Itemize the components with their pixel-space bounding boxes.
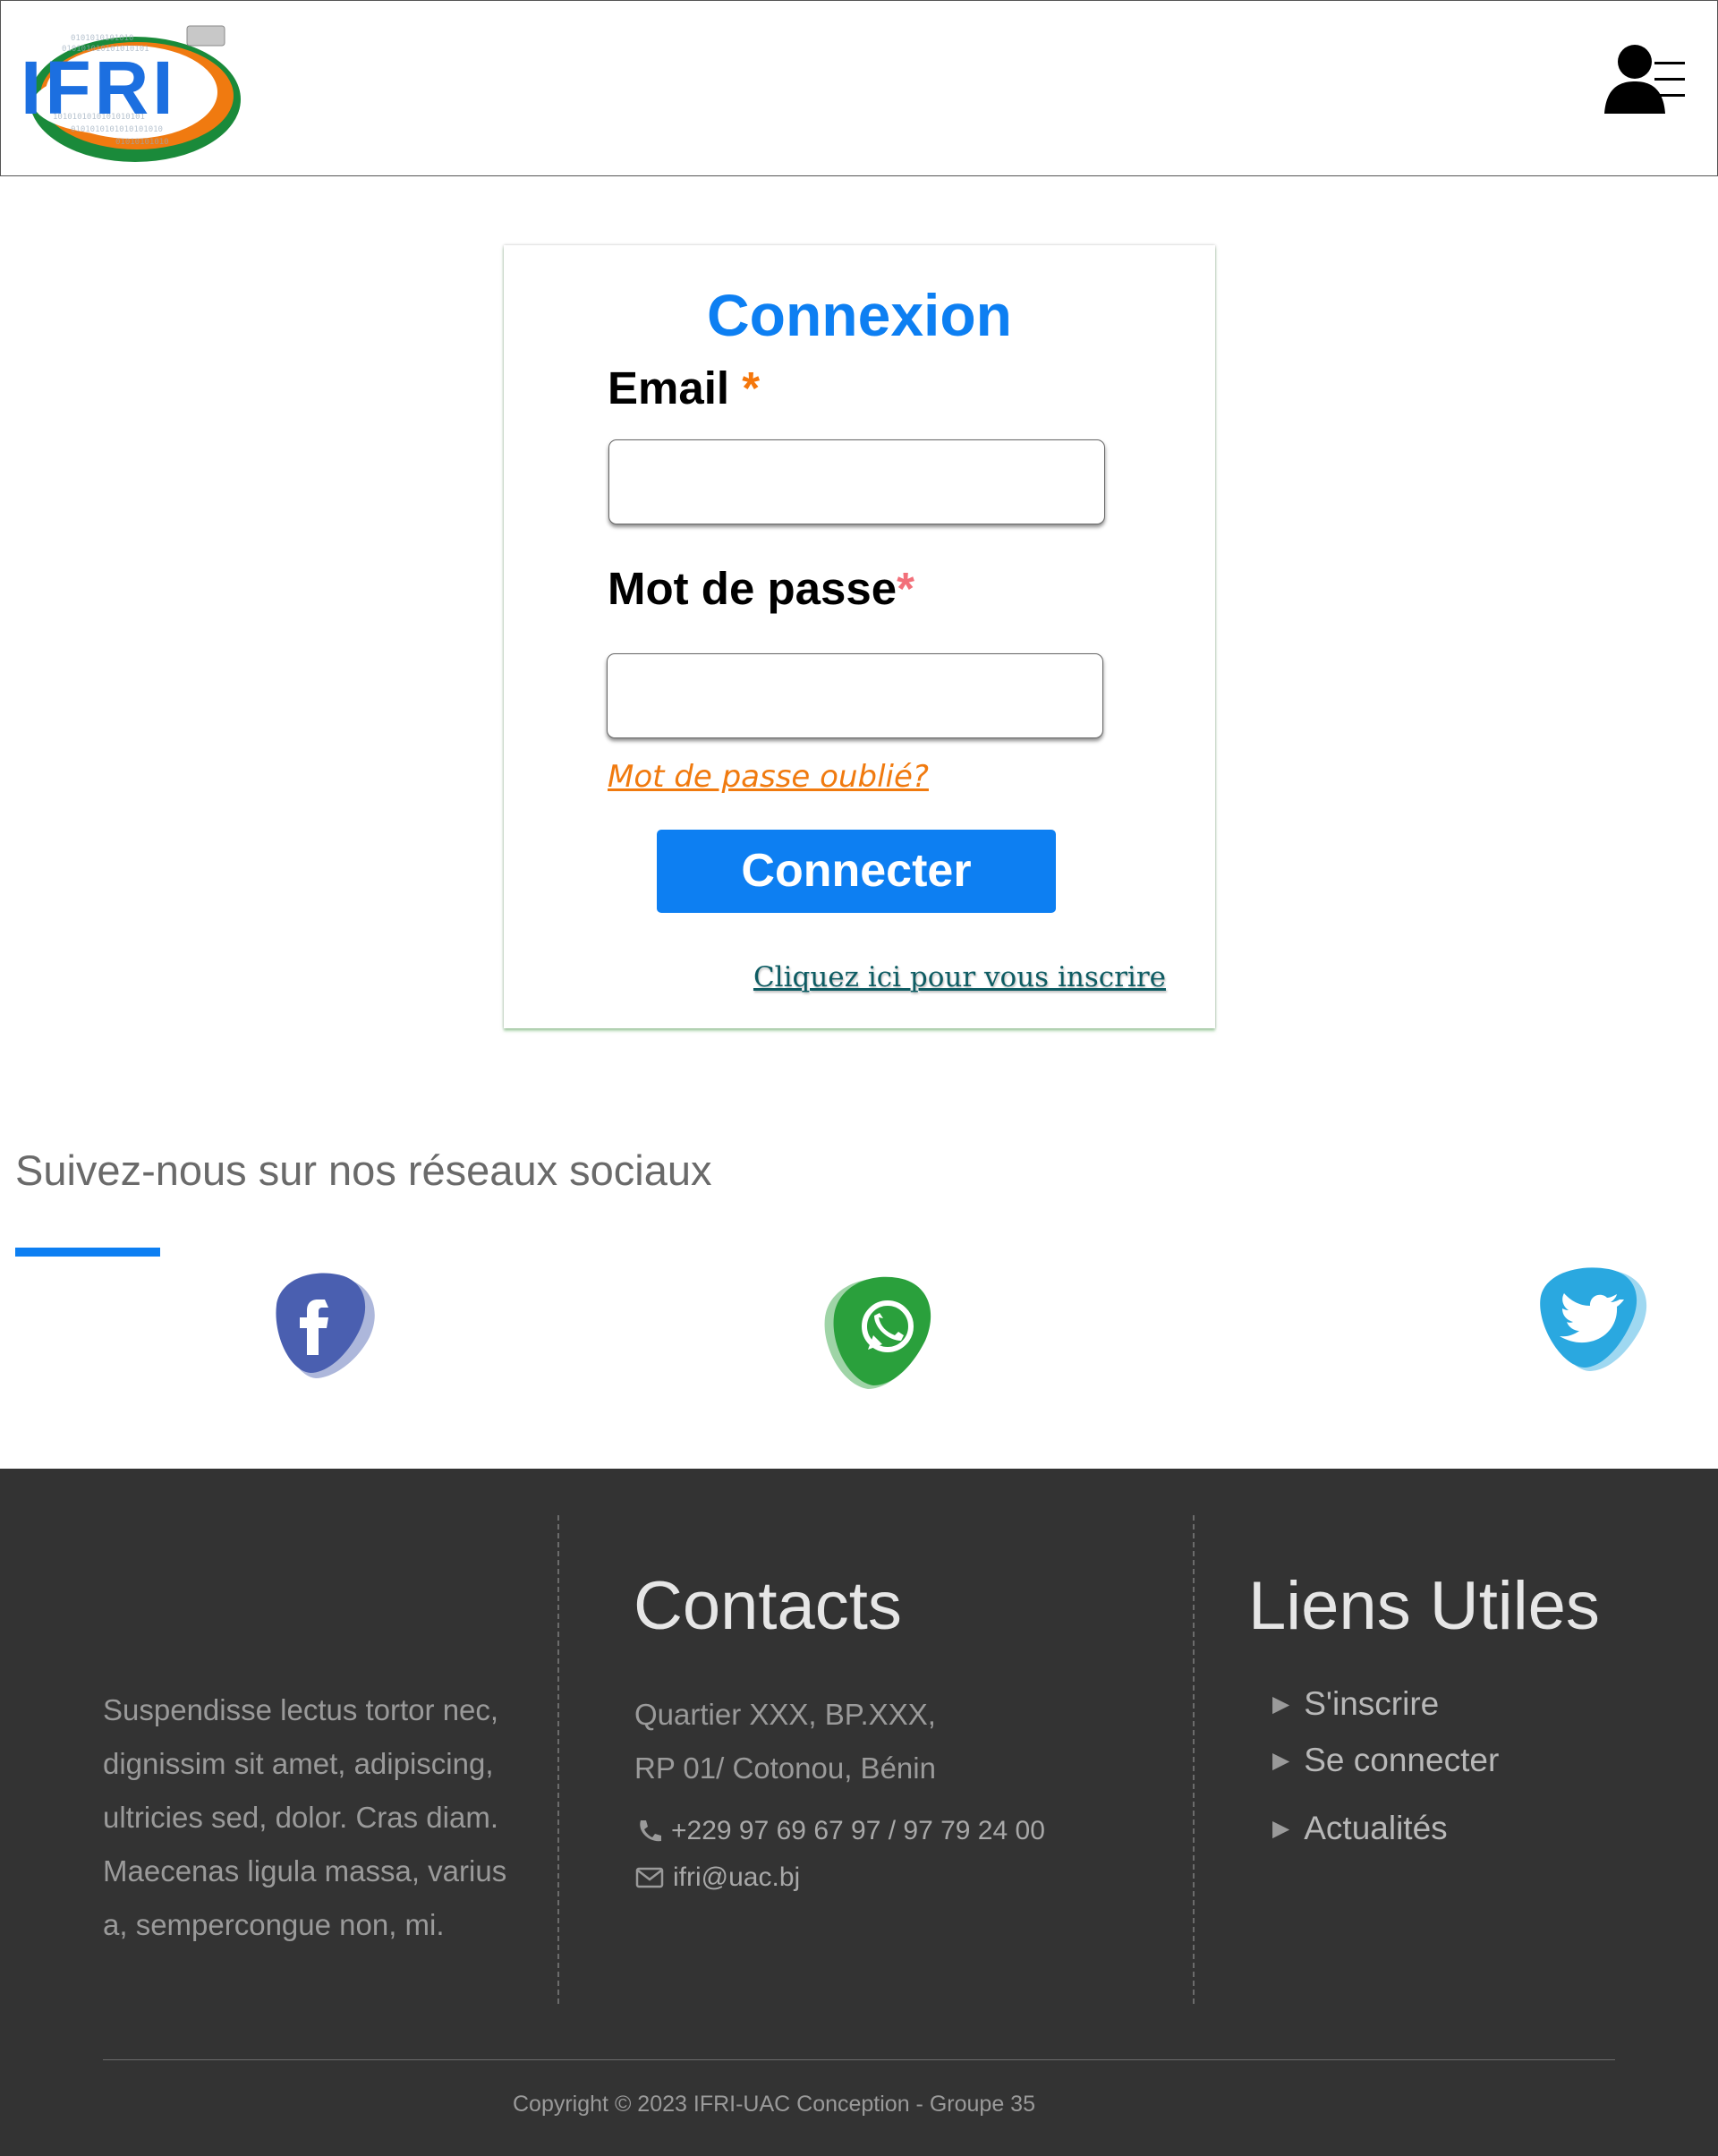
contact-email[interactable]: ifri@uac.bj (635, 1862, 800, 1893)
twitter-icon[interactable] (1534, 1264, 1650, 1385)
required-marker: * (897, 563, 914, 614)
copyright: Copyright © 2023 IFRI-UAC Conception - G… (513, 2092, 1035, 2117)
password-label: Mot de passe* (608, 563, 914, 614)
site-footer: Suspendisse lectus tortor nec, dignissim… (0, 1469, 1718, 2156)
login-card: Connexion Email * Mot de passe* Mot de p… (504, 245, 1215, 1028)
title-underline (15, 1248, 160, 1257)
required-marker: * (742, 362, 761, 413)
svg-text:01010101010: 01010101010 (115, 138, 169, 147)
user-menu-button[interactable] (1603, 42, 1688, 119)
user-menu-icon (1604, 45, 1685, 114)
forgot-password-link[interactable]: Mot de passe oublié? (608, 759, 929, 795)
footer-rule (103, 2059, 1615, 2060)
facebook-icon[interactable] (264, 1269, 375, 1385)
footer-divider (1193, 1515, 1195, 2004)
email-input[interactable] (608, 439, 1105, 524)
footer-link-news[interactable]: ▶ Actualités (1272, 1810, 1448, 1847)
contact-address: Quartier XXX, BP.XXX, RP 01/ Cotonou, Bé… (634, 1698, 936, 1785)
svg-text:0101010101010: 0101010101010 (71, 34, 133, 43)
footer-divider (557, 1515, 559, 2004)
triangle-right-icon: ▶ (1272, 1692, 1290, 1717)
email-label: Email * (608, 362, 761, 413)
phone-icon (640, 1820, 661, 1842)
whatsapp-icon[interactable] (821, 1271, 943, 1397)
password-input[interactable] (607, 653, 1103, 738)
footer-link-signup[interactable]: ▶ S'inscrire (1272, 1685, 1439, 1723)
site-header: 0101010101010 010101010101010101 1010101… (0, 0, 1718, 176)
contacts-heading: Contacts (634, 1568, 902, 1644)
connect-button[interactable]: Connecter (657, 830, 1056, 913)
ifri-logo[interactable]: 0101010101010 010101010101010101 1010101… (17, 13, 241, 166)
triangle-right-icon: ▶ (1272, 1748, 1290, 1773)
footer-about-text: Suspendisse lectus tortor nec, dignissim… (103, 1693, 507, 1941)
triangle-right-icon: ▶ (1272, 1816, 1290, 1841)
footer-link-login[interactable]: ▶ Se connecter (1272, 1742, 1499, 1779)
signup-link[interactable]: Cliquez ici pour vous inscrire (753, 961, 1166, 993)
social-title: Suivez-nous sur nos réseaux sociaux (15, 1146, 712, 1194)
svg-text:IFRI: IFRI (21, 46, 177, 130)
contact-phone: +229 97 69 67 97 / 97 79 24 00 (635, 1816, 1045, 1846)
login-title: Connexion (707, 282, 1012, 348)
envelope-icon (635, 1867, 664, 1888)
links-heading: Liens Utiles (1248, 1568, 1600, 1644)
